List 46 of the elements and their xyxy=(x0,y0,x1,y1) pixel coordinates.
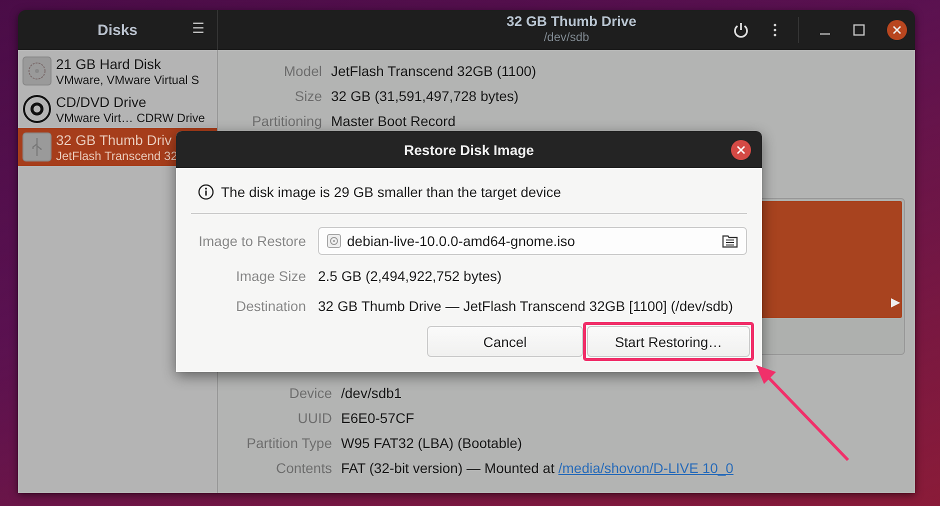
drive-name: 32 GB Thumb Driv xyxy=(56,132,173,148)
dialog-title: Restore Disk Image xyxy=(404,142,534,158)
drive-item[interactable]: 21 GB Hard Disk VMware, VMware Virtual S xyxy=(18,52,217,90)
field-label: Partition Type xyxy=(246,434,332,450)
field-label: Model xyxy=(282,62,322,78)
drive-item[interactable]: CD/DVD Drive VMware Virt… CDRW Drive xyxy=(18,90,217,128)
browse-icon[interactable] xyxy=(722,233,738,249)
field-value: 32 GB (31,591,497,728 bytes) xyxy=(331,88,519,104)
drive-detail: VMware Virt… CDRW Drive xyxy=(56,110,205,124)
field-label: Contents xyxy=(274,460,332,476)
field-label: Size xyxy=(294,88,322,104)
drive-name: CD/DVD Drive xyxy=(56,94,148,110)
cancel-button[interactable]: Cancel xyxy=(427,326,583,357)
field-label: Partitioning xyxy=(250,112,322,128)
more-options-icon[interactable] xyxy=(772,22,778,38)
optical-disc-icon xyxy=(22,94,52,124)
field-value: 32 GB Thumb Drive — JetFlash Transcend 32GB [1100] (/dev/sdb) xyxy=(318,297,734,316)
file-field[interactable]: debian-live-10.0.0-amd64-gnome.iso xyxy=(318,227,747,255)
usb-drive-icon xyxy=(22,132,52,162)
field-label: Image to Restore xyxy=(198,232,306,251)
field-value: E6E0-57CF xyxy=(341,410,414,426)
start-restoring-button[interactable]: Start Restoring… xyxy=(587,326,750,357)
field-label: Destination xyxy=(234,297,306,316)
sidebar-title: Disks xyxy=(97,22,138,38)
window-subtitle: /dev/sdb xyxy=(544,30,590,45)
field-value: JetFlash Transcend 32GB (1100) xyxy=(331,62,536,78)
field-label: Device xyxy=(288,384,332,400)
close-icon[interactable] xyxy=(887,20,907,40)
field-value: Master Boot Record xyxy=(331,112,456,128)
power-icon[interactable] xyxy=(732,21,750,39)
field-value: 2.5 GB (2,494,922,752 bytes) xyxy=(318,267,503,286)
expand-arrow[interactable]: ▶ xyxy=(891,295,900,309)
field-value: FAT (32-bit version) — Mounted at /media/shovon/D-LIVE 10_0 xyxy=(341,460,734,476)
close-icon[interactable] xyxy=(731,140,751,160)
info-message: The disk image is 29 GB smaller than the target device xyxy=(221,184,562,200)
field-value: /dev/sdb1 xyxy=(341,384,402,400)
field-label: UUID xyxy=(296,410,332,426)
disc-image-icon xyxy=(327,234,341,248)
menu-button[interactable]: ☰ xyxy=(192,20,205,36)
drive-name: 21 GB Hard Disk xyxy=(56,56,162,72)
window-title: 32 GB Thumb Drive xyxy=(506,13,636,30)
field-value: W95 FAT32 (LBA) (Bootable) xyxy=(341,434,522,450)
drive-detail: VMware, VMware Virtual S xyxy=(56,72,200,86)
field-label: Image Size xyxy=(234,267,306,286)
maximize-icon[interactable] xyxy=(853,24,865,36)
info-icon xyxy=(198,184,214,200)
